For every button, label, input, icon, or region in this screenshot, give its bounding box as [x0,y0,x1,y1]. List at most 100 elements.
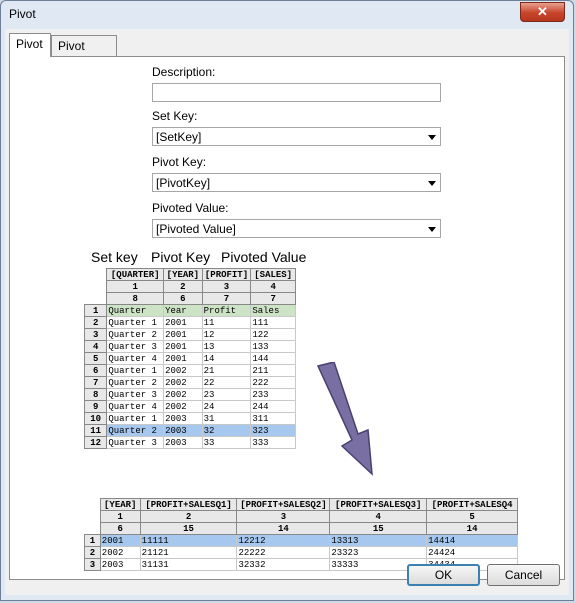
table-header-row: [QUARTER] [YEAR] [PROFIT] [SALES] [84,268,296,281]
pivot-key-dropdown[interactable]: [PivotKey] [152,173,441,192]
table-row: 7 Quarter 2 2002 22 222 [83,376,296,389]
row-number: 2 [83,316,108,329]
column-header: 8 [106,292,165,305]
table-row: 8 Quarter 3 2002 23 233 [83,388,296,401]
table-cell: 2001 [99,534,141,547]
corner-cell [84,522,101,535]
table-cell: 14 [201,352,252,365]
table-cell: 2001 [163,316,203,329]
result-table-image: [YEAR] [PROFIT+SALESQ1] [PROFIT+SALESQ2] [P… [84,498,518,571]
table-cell: 2001 [163,352,203,365]
column-header: [QUARTER] [106,268,165,281]
chevron-down-icon[interactable] [428,227,436,232]
table-cell: Quarter 4 [106,352,165,365]
table-cell: 2001 [163,328,203,341]
table-cell: 23 [201,388,252,401]
table-cell: 24424 [426,546,518,559]
pivot-arrow-icon [316,362,373,476]
cancel-button[interactable]: Cancel [487,564,560,586]
table-cell: 24 [201,400,252,413]
set-key-label: Set Key: [152,109,198,123]
table-cell: 2003 [163,412,203,425]
table-cell: 13313 [329,534,428,547]
table-cell: 333 [250,436,296,449]
ok-button[interactable]: OK [407,564,480,586]
column-header: 3 [236,510,331,523]
close-icon[interactable]: ✕ [537,4,548,19]
column-header: 15 [139,522,238,535]
table-cell: 133 [250,340,296,353]
chevron-down-icon[interactable] [428,135,436,140]
table-cell: 233 [250,388,296,401]
table-row: 12 Quarter 3 2003 33 333 [83,436,296,449]
corner-cell [84,292,107,305]
row-number: 6 [83,364,108,377]
pivoted-value-dropdown[interactable]: [Pivoted Value] [152,219,441,238]
pivoted-value-value: [Pivoted Value] [156,222,236,236]
column-header: 2 [163,280,203,293]
table-row: 2 2002 21121 22222 23323 24424 [84,546,518,559]
table-cell: 32 [201,424,252,437]
source-table-image: [QUARTER] [YEAR] [PROFIT] [SALES] 1 2 3 4 8 6 7 7 1 Q… [83,268,296,449]
table-cell: 31131 [139,558,238,571]
table-header-row: 8677 [84,292,296,305]
table-cell: 211 [250,364,296,377]
column-header: [PROFIT+SALESQ3] [329,498,428,511]
table-row: 1 Quarter Year Profit Sales [83,304,296,317]
table-cell: Quarter [106,304,165,317]
corner-cell [84,280,107,293]
column-header: [PROFIT+SALESQ1] [139,498,238,511]
table-cell: 31 [201,412,252,425]
row-number: 2 [84,546,101,559]
table-cell: Sales [250,304,296,317]
column-header: [PROFIT] [201,268,252,281]
table-row: 4 Quarter 3 2001 13 133 [83,340,296,353]
table-cell: 2003 [99,558,141,571]
table-cell: 11111 [139,534,238,547]
table-row: 1 2001 11111 12212 13313 14414 [84,534,518,547]
column-header: 7 [201,292,252,305]
column-header: [YEAR] [99,498,141,511]
row-number: 5 [83,352,108,365]
table-cell: 122 [250,328,296,341]
close-button[interactable]: ✕ [520,2,565,22]
row-number: 10 [83,412,108,425]
column-header: 7 [250,292,296,305]
pivot-tab-panel: Description: Set Key: [SetKey] Pivot Key… [9,56,565,580]
tab-pivot-keys[interactable]: Pivot Keys [51,35,117,73]
table-cell: 2002 [99,546,141,559]
pivot-dialog: Pivot ✕ Pivot Pivot Keys Description: Se… [0,0,574,601]
row-number: 3 [84,558,101,571]
table-cell: Quarter 1 [106,364,165,377]
description-input[interactable] [152,83,441,102]
illustration-set-key-label: Set key [91,249,138,265]
column-header: 14 [426,522,518,535]
table-cell: Quarter 2 [106,424,165,437]
table-row: 6 Quarter 1 2002 21 211 [83,364,296,377]
chevron-down-icon[interactable] [428,181,436,186]
row-number: 9 [83,400,108,413]
table-cell: 11 [201,316,252,329]
pivot-key-label: Pivot Key: [152,155,207,169]
tab-pivot[interactable]: Pivot [9,33,51,57]
column-header: 4 [250,280,296,293]
row-number: 11 [83,424,108,437]
table-header-row: 6 15 14 15 14 [84,522,518,535]
column-header: 1 [99,510,141,523]
table-cell: 12212 [236,534,331,547]
table-cell: 14414 [426,534,518,547]
row-number: 12 [83,436,108,449]
table-row: 5 Quarter 4 2001 14 144 [83,352,296,365]
column-header: 4 [329,510,428,523]
column-header: 3 [201,280,252,293]
table-row: 9 Quarter 4 2002 24 244 [83,400,296,413]
set-key-dropdown[interactable]: [SetKey] [152,127,441,146]
row-number: 3 [83,328,108,341]
column-header: 6 [99,522,141,535]
table-cell: 2001 [163,340,203,353]
table-cell: 244 [250,400,296,413]
table-cell: Quarter 2 [106,376,165,389]
table-cell: Quarter 1 [106,412,165,425]
table-cell: 32332 [236,558,331,571]
table-cell: 2002 [163,400,203,413]
